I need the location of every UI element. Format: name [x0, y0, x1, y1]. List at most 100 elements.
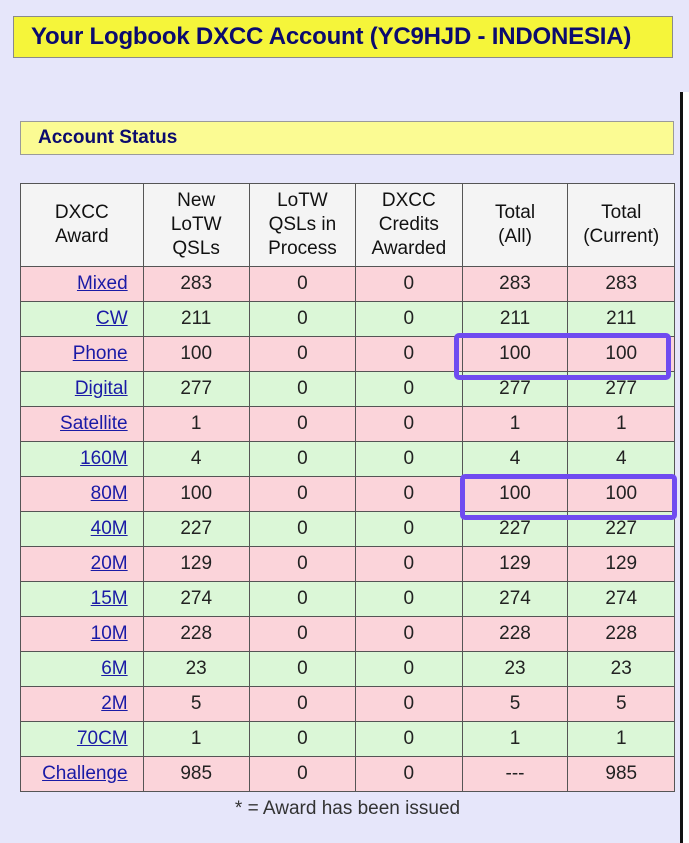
- new-lotw-qsls-cell: 985: [142, 756, 250, 792]
- award-cell: Challenge: [20, 756, 144, 792]
- table-row: Digital 277 0 0 277 277: [20, 371, 675, 407]
- lotw-in-process-cell: 0: [248, 406, 357, 442]
- lotw-in-process-cell: 0: [248, 756, 357, 792]
- header-total-all: Total (All): [461, 183, 569, 267]
- lotw-in-process-cell: 0: [248, 441, 357, 477]
- dxcc-status-table: DXCC Award New LoTW QSLs LoTW QSLs in Pr…: [20, 183, 675, 792]
- total-all-cell: 1: [461, 721, 569, 757]
- table-row: 20M 129 0 0 129 129: [20, 546, 675, 582]
- award-link-challenge[interactable]: Challenge: [42, 763, 128, 784]
- new-lotw-qsls-cell: 5: [142, 686, 250, 722]
- total-current-cell: 23: [567, 651, 675, 687]
- new-lotw-qsls-cell: 211: [142, 301, 250, 337]
- total-all-cell: 4: [461, 441, 569, 477]
- total-current-cell: 129: [567, 546, 675, 582]
- lotw-in-process-cell: 0: [248, 721, 357, 757]
- award-link-digital[interactable]: Digital: [75, 378, 128, 399]
- total-all-cell: 100: [461, 336, 569, 372]
- award-cell: 80M: [20, 476, 144, 512]
- total-current-cell: 277: [567, 371, 675, 407]
- page-title: Your Logbook DXCC Account (YC9HJD - INDO…: [13, 16, 673, 58]
- lotw-in-process-cell: 0: [248, 371, 357, 407]
- award-link-10m[interactable]: 10M: [91, 623, 128, 644]
- award-cell: 6M: [20, 651, 144, 687]
- lotw-in-process-cell: 0: [248, 301, 357, 337]
- award-cell: 15M: [20, 581, 144, 617]
- credits-awarded-cell: 0: [355, 301, 463, 337]
- header-dxcc-award: DXCC Award: [20, 183, 144, 267]
- table-row: Challenge 985 0 0 --- 985: [20, 756, 675, 792]
- new-lotw-qsls-cell: 100: [142, 476, 250, 512]
- credits-awarded-cell: 0: [355, 686, 463, 722]
- lotw-in-process-cell: 0: [248, 336, 357, 372]
- award-cell: 10M: [20, 616, 144, 652]
- award-cell: 40M: [20, 511, 144, 547]
- award-cell: CW: [20, 301, 144, 337]
- award-link-2m[interactable]: 2M: [101, 693, 127, 714]
- award-cell: Digital: [20, 371, 144, 407]
- lotw-in-process-cell: 0: [248, 511, 357, 547]
- total-current-cell: 985: [567, 756, 675, 792]
- total-all-cell: 228: [461, 616, 569, 652]
- award-link-40m[interactable]: 40M: [91, 518, 128, 539]
- total-all-cell: 5: [461, 686, 569, 722]
- credits-awarded-cell: 0: [355, 616, 463, 652]
- total-current-cell: 211: [567, 301, 675, 337]
- new-lotw-qsls-cell: 227: [142, 511, 250, 547]
- award-link-70cm[interactable]: 70CM: [77, 728, 128, 749]
- total-all-cell: ---: [461, 756, 569, 792]
- award-link-phone[interactable]: Phone: [73, 343, 128, 364]
- award-link-160m[interactable]: 160M: [80, 448, 128, 469]
- new-lotw-qsls-cell: 100: [142, 336, 250, 372]
- new-lotw-qsls-cell: 1: [142, 406, 250, 442]
- total-current-cell: 100: [567, 336, 675, 372]
- award-cell: Mixed: [20, 266, 144, 302]
- header-new-lotw-qsls: New LoTW QSLs: [142, 183, 250, 267]
- total-all-cell: 283: [461, 266, 569, 302]
- credits-awarded-cell: 0: [355, 406, 463, 442]
- credits-awarded-cell: 0: [355, 441, 463, 477]
- award-link-6m[interactable]: 6M: [101, 658, 127, 679]
- credits-awarded-cell: 0: [355, 581, 463, 617]
- header-lotw-qsls-in-process: LoTW QSLs in Process: [248, 183, 357, 267]
- total-current-cell: 274: [567, 581, 675, 617]
- table-row: 40M 227 0 0 227 227: [20, 511, 675, 547]
- table-row: 10M 228 0 0 228 228: [20, 616, 675, 652]
- award-link-15m[interactable]: 15M: [91, 588, 128, 609]
- lotw-in-process-cell: 0: [248, 546, 357, 582]
- award-link-20m[interactable]: 20M: [91, 553, 128, 574]
- lotw-in-process-cell: 0: [248, 616, 357, 652]
- award-cell: 20M: [20, 546, 144, 582]
- award-link-mixed[interactable]: Mixed: [77, 273, 128, 294]
- award-cell: 70CM: [20, 721, 144, 757]
- new-lotw-qsls-cell: 283: [142, 266, 250, 302]
- new-lotw-qsls-cell: 129: [142, 546, 250, 582]
- credits-awarded-cell: 0: [355, 721, 463, 757]
- lotw-in-process-cell: 0: [248, 476, 357, 512]
- new-lotw-qsls-cell: 277: [142, 371, 250, 407]
- table-row: 6M 23 0 0 23 23: [20, 651, 675, 687]
- total-all-cell: 100: [461, 476, 569, 512]
- award-link-satellite[interactable]: Satellite: [60, 413, 128, 434]
- award-cell: Satellite: [20, 406, 144, 442]
- credits-awarded-cell: 0: [355, 476, 463, 512]
- total-current-cell: 5: [567, 686, 675, 722]
- table-row: Satellite 1 0 0 1 1: [20, 406, 675, 442]
- total-all-cell: 211: [461, 301, 569, 337]
- table-row: 70CM 1 0 0 1 1: [20, 721, 675, 757]
- footnote: * = Award has been issued: [234, 798, 461, 819]
- total-current-cell: 283: [567, 266, 675, 302]
- table-row: Mixed 283 0 0 283 283: [20, 266, 675, 302]
- total-all-cell: 274: [461, 581, 569, 617]
- header-total-current: Total (Current): [567, 183, 675, 267]
- total-current-cell: 100: [567, 476, 675, 512]
- award-link-cw[interactable]: CW: [96, 308, 128, 329]
- new-lotw-qsls-cell: 4: [142, 441, 250, 477]
- lotw-in-process-cell: 0: [248, 651, 357, 687]
- table-row: Phone 100 0 0 100 100: [20, 336, 675, 372]
- total-all-cell: 1: [461, 406, 569, 442]
- total-all-cell: 227: [461, 511, 569, 547]
- award-link-80m[interactable]: 80M: [91, 483, 128, 504]
- table-row: 160M 4 0 0 4 4: [20, 441, 675, 477]
- total-current-cell: 1: [567, 406, 675, 442]
